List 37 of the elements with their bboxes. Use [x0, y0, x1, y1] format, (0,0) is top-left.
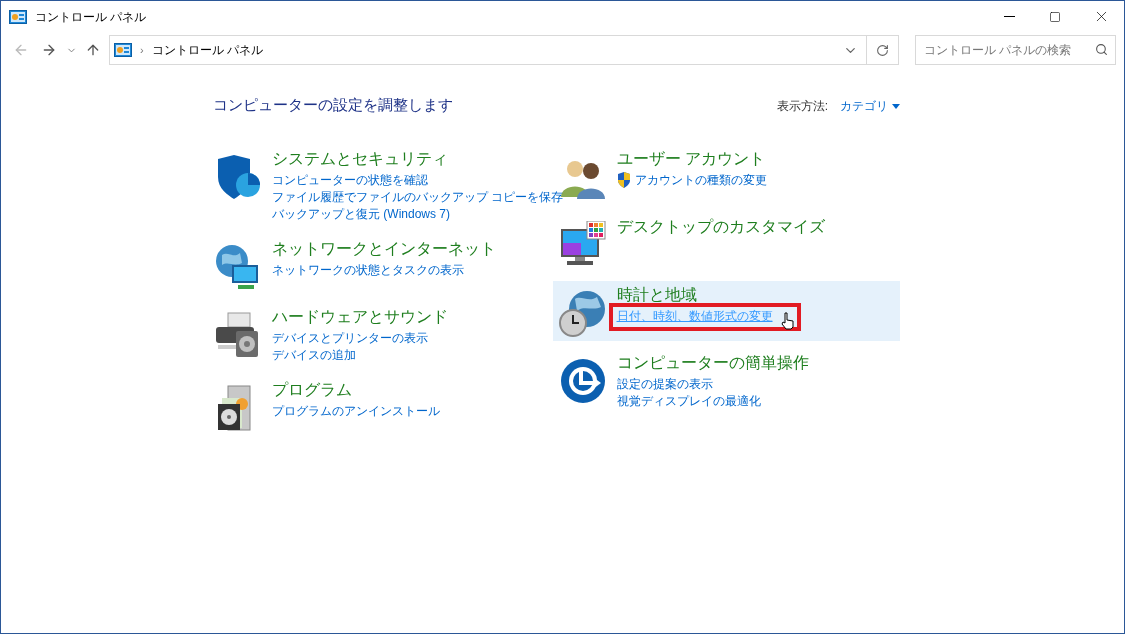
- task-link[interactable]: 設定の提案の表示: [616, 375, 713, 393]
- control-panel-icon: [9, 9, 27, 24]
- breadcrumb-separator: ›: [140, 42, 144, 58]
- view-by-dropdown[interactable]: カテゴリ: [840, 97, 900, 115]
- task-link[interactable]: デバイスとプリンターの表示: [272, 329, 428, 347]
- maximize-icon: [1049, 10, 1061, 23]
- task-link[interactable]: プログラムのアンインストール: [272, 402, 440, 420]
- category-link[interactable]: 時計と地域: [616, 284, 697, 305]
- category-link[interactable]: ユーザー アカウント: [616, 148, 765, 169]
- task-link[interactable]: 視覚ディスプレイの最適化: [616, 392, 761, 410]
- category-link[interactable]: ハードウェアとサウンド: [272, 306, 448, 327]
- minimize-icon: [1003, 16, 1015, 17]
- address-bar[interactable]: › コントロール パネル: [109, 35, 899, 65]
- globe-clock-icon: [558, 288, 607, 337]
- search-icon: [1095, 43, 1108, 56]
- forward-arrow-icon: [41, 42, 57, 58]
- category-link[interactable]: デスクトップのカスタマイズ: [616, 216, 825, 237]
- category-link[interactable]: システムとセキュリティ: [272, 148, 448, 169]
- window-title: コントロール パネル: [35, 8, 147, 26]
- task-link[interactable]: ファイル履歴でファイルのバックアップ コピーを保存: [272, 188, 564, 206]
- dropdown-arrow-icon: [892, 103, 900, 109]
- task-link[interactable]: アカウントの種類の変更: [634, 171, 767, 189]
- refresh-icon: [876, 43, 889, 57]
- breadcrumb-item[interactable]: コントロール パネル: [151, 41, 263, 59]
- task-link[interactable]: バックアップと復元 (Windows 7): [272, 205, 450, 223]
- page-heading: コンピューターの設定を調整します: [213, 95, 453, 115]
- task-link[interactable]: コンピューターの状態を確認: [272, 171, 428, 189]
- search-field[interactable]: コントロール パネルの検索: [915, 35, 1116, 65]
- category-link[interactable]: プログラム: [272, 379, 352, 400]
- task-link[interactable]: ネットワークの状態とタスクの表示: [272, 261, 464, 279]
- task-link[interactable]: デバイスの追加: [272, 346, 356, 364]
- hand-cursor-icon: [780, 311, 795, 330]
- category-link[interactable]: コンピューターの簡単操作: [616, 352, 809, 373]
- view-by-label: 表示方法:: [776, 98, 828, 115]
- control-panel-icon: [114, 43, 132, 57]
- category-link[interactable]: ネットワークとインターネット: [272, 238, 496, 259]
- accessibility-icon: [558, 356, 607, 405]
